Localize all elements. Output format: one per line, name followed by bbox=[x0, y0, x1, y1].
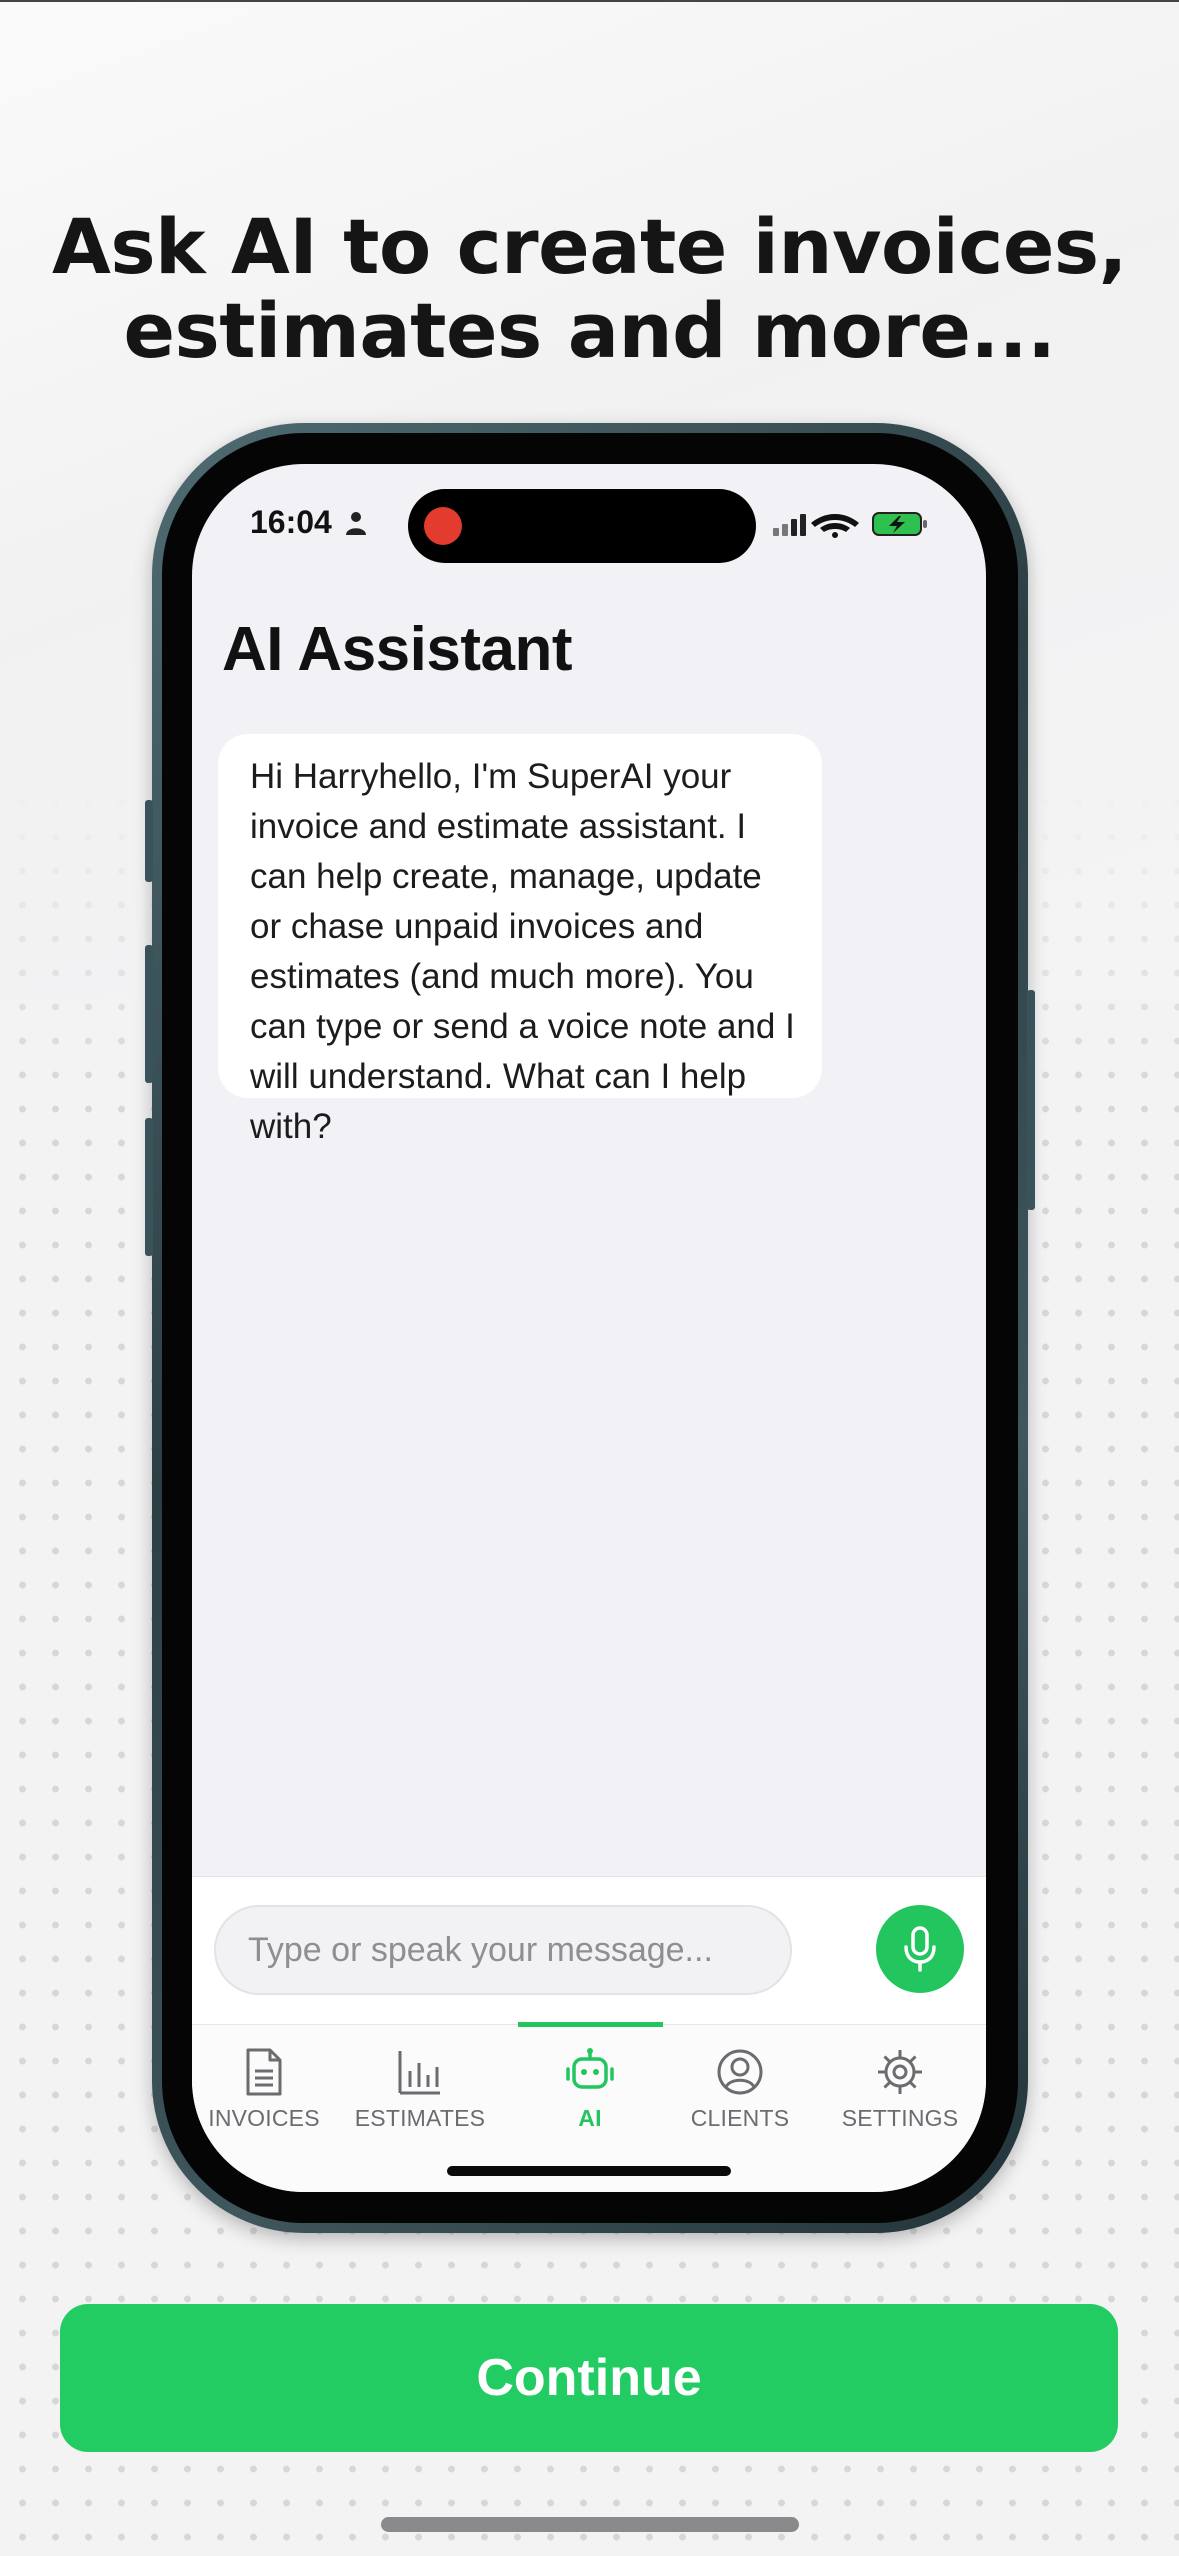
promo-headline: Ask AI to create invoices, estimates and… bbox=[0, 205, 1179, 373]
dynamic-island bbox=[408, 489, 756, 563]
tab-label: CLIENTS bbox=[690, 2105, 790, 2131]
wifi-icon bbox=[811, 514, 859, 538]
phone-home-indicator bbox=[447, 2166, 731, 2176]
tab-ai[interactable]: AI bbox=[515, 2047, 665, 2147]
voice-note-button[interactable] bbox=[876, 1905, 964, 1993]
headline-line-2: estimates and more... bbox=[123, 286, 1056, 375]
microphone-icon bbox=[904, 1926, 936, 1972]
active-tab-indicator bbox=[518, 2022, 663, 2027]
document-icon bbox=[246, 2048, 282, 2096]
screen-title: AI Assistant bbox=[222, 615, 573, 684]
tab-label: INVOICES bbox=[208, 2105, 320, 2131]
tab-label: SETTINGS bbox=[841, 2105, 959, 2131]
person-icon bbox=[346, 512, 366, 535]
assistant-message-bubble: Hi Harryhello, I'm SuperAI your invoice … bbox=[218, 734, 822, 1146]
phone-volume-down-button bbox=[145, 1118, 153, 1256]
battery-charging-icon bbox=[872, 512, 927, 536]
recording-indicator-icon bbox=[424, 507, 462, 545]
phone-volume-up-button bbox=[145, 945, 153, 1083]
system-home-indicator[interactable] bbox=[381, 2517, 799, 2532]
status-icons bbox=[773, 512, 927, 538]
message-input[interactable] bbox=[214, 1905, 792, 1995]
tab-label: AI bbox=[578, 2105, 602, 2131]
robot-icon bbox=[566, 2048, 614, 2089]
status-time: 16:04 bbox=[250, 504, 332, 540]
tab-settings[interactable]: SETTINGS bbox=[825, 2047, 975, 2147]
message-composer bbox=[192, 1876, 986, 2025]
phone-screen: 16:04 AI Assistant Hi Harryhello, I'm Su… bbox=[192, 464, 986, 2192]
continue-button[interactable]: Continue bbox=[60, 2304, 1118, 2452]
gear-icon bbox=[878, 2050, 922, 2094]
user-circle-icon bbox=[717, 2049, 763, 2095]
bar-chart-icon bbox=[398, 2051, 440, 2095]
phone-action-button bbox=[145, 800, 153, 882]
headline-line-1: Ask AI to create invoices, bbox=[52, 202, 1127, 291]
tab-label: ESTIMATES bbox=[354, 2105, 486, 2131]
phone-power-button bbox=[1027, 990, 1035, 1210]
tab-clients[interactable]: CLIENTS bbox=[665, 2047, 815, 2147]
tab-estimates[interactable]: ESTIMATES bbox=[345, 2047, 495, 2147]
cellular-signal-icon bbox=[773, 514, 806, 536]
tab-invoices[interactable]: INVOICES bbox=[192, 2047, 339, 2147]
top-edge-line bbox=[0, 0, 1179, 2]
assistant-message-text: Hi Harryhello, I'm SuperAI your invoice … bbox=[250, 757, 795, 1146]
